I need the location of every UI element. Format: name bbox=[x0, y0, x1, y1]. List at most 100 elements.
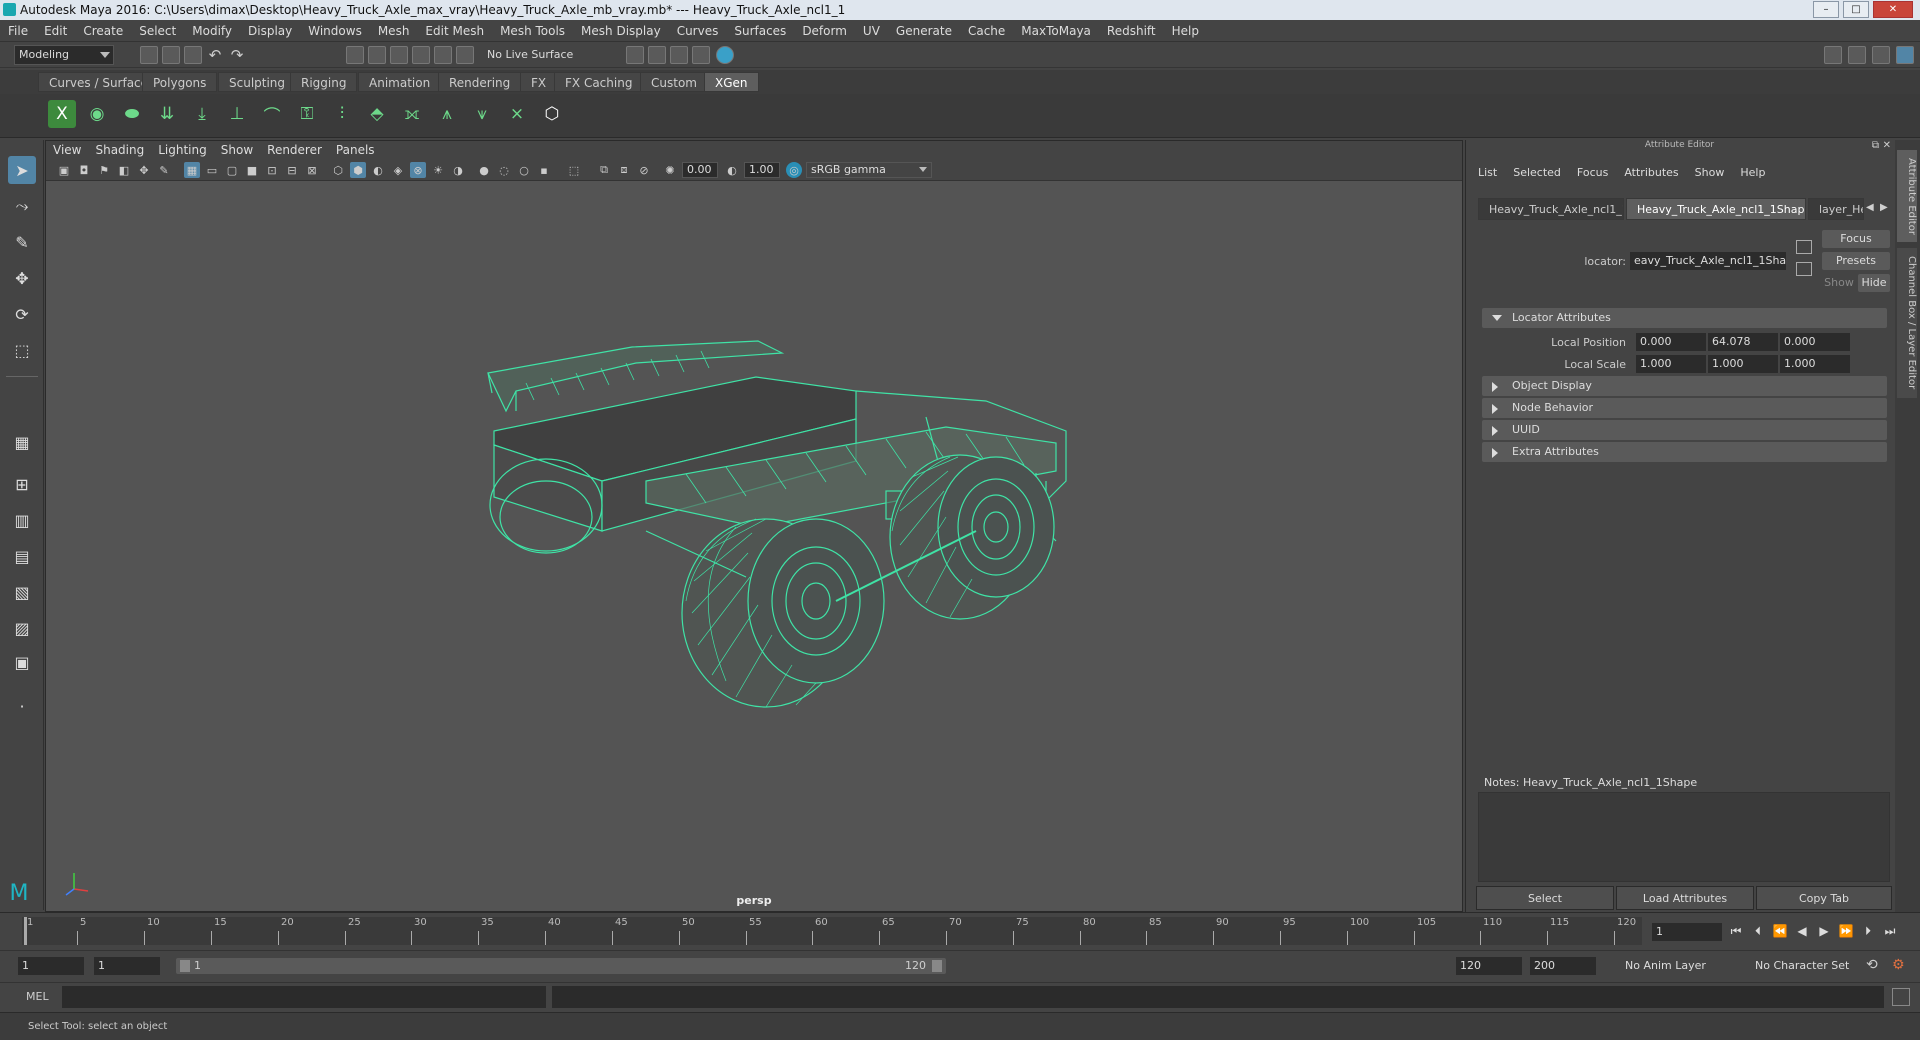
attribute-editor-toggle-icon[interactable] bbox=[1848, 46, 1866, 64]
viewport-menu-lighting[interactable]: Lighting bbox=[151, 141, 214, 159]
menu-surfaces[interactable]: Surfaces bbox=[726, 20, 794, 42]
xray-joints-icon[interactable]: ⧉ bbox=[596, 162, 612, 178]
image-plane-icon[interactable]: ◧ bbox=[116, 162, 132, 178]
tab-transform-node[interactable]: Heavy_Truck_Axle_ncl1_1 bbox=[1478, 198, 1624, 220]
color-space-dropdown[interactable]: sRGB gamma bbox=[806, 162, 932, 178]
range-start-handle[interactable] bbox=[180, 960, 190, 972]
maximize-button[interactable]: □ bbox=[1843, 1, 1869, 18]
attr-menu-focus[interactable]: Focus bbox=[1569, 164, 1616, 182]
lock-guides-icon[interactable]: ⚿ bbox=[293, 100, 321, 128]
current-frame-field[interactable]: 1 bbox=[1652, 923, 1722, 941]
local-scale-y[interactable]: 1.000 bbox=[1708, 355, 1778, 373]
menu-uv[interactable]: UV bbox=[855, 20, 888, 42]
smooth-shade-icon[interactable]: ⬢ bbox=[350, 162, 366, 178]
select-by-component-icon[interactable] bbox=[390, 46, 408, 64]
object-display-section[interactable]: Object Display bbox=[1482, 376, 1887, 396]
render-view-icon[interactable] bbox=[716, 46, 734, 64]
motion-blur-icon[interactable]: ◌ bbox=[496, 162, 512, 178]
save-scene-icon[interactable] bbox=[184, 46, 202, 64]
viewport-panel[interactable]: View Shading Lighting Show Renderer Panels ▣ … bbox=[10, 140, 1463, 912]
hypershade-icon[interactable] bbox=[692, 46, 710, 64]
shelf-tab-rigging[interactable]: Rigging bbox=[290, 72, 358, 92]
menu-edit[interactable]: Edit bbox=[36, 20, 75, 42]
load-attributes-button[interactable]: Load Attributes bbox=[1616, 886, 1754, 910]
render-frame-icon[interactable] bbox=[626, 46, 644, 64]
menu-set-dropdown[interactable]: Modeling bbox=[14, 45, 114, 65]
screen-space-ao-icon[interactable]: ● bbox=[476, 162, 492, 178]
menu-generate[interactable]: Generate bbox=[888, 20, 960, 42]
menu-cache[interactable]: Cache bbox=[960, 20, 1013, 42]
select-by-object-icon[interactable] bbox=[368, 46, 386, 64]
grid-toggle-icon[interactable]: ▦ bbox=[184, 162, 200, 178]
place-guides-icon[interactable]: ⤓ bbox=[188, 100, 216, 128]
truck-axle-wireframe-model[interactable] bbox=[46, 181, 1462, 909]
viewport-menu-shading[interactable]: Shading bbox=[88, 141, 151, 159]
snap-to-point-icon[interactable] bbox=[456, 46, 474, 64]
tab-scroll-left-icon[interactable]: ◀ bbox=[1866, 202, 1874, 213]
locator-attributes-section[interactable]: Locator Attributes bbox=[1482, 308, 1887, 328]
backface-culling-icon[interactable]: ⊘ bbox=[636, 162, 652, 178]
go-to-start-icon[interactable]: ⏮ bbox=[1728, 923, 1744, 939]
rotate-tool-icon[interactable]: ⟳ bbox=[8, 300, 36, 328]
auto-key-icon[interactable]: ⟲ bbox=[1866, 957, 1878, 973]
attr-menu-show[interactable]: Show bbox=[1687, 164, 1733, 182]
bookmark-icon[interactable]: ⚑ bbox=[96, 162, 112, 178]
show-button[interactable]: Show bbox=[1822, 274, 1856, 292]
scale-tool-icon[interactable]: ⬚ bbox=[8, 336, 36, 364]
ipr-render-icon[interactable] bbox=[648, 46, 666, 64]
character-set-dropdown[interactable]: No Character Set bbox=[1750, 956, 1870, 976]
select-button[interactable]: Select bbox=[1476, 886, 1614, 910]
menu-windows[interactable]: Windows bbox=[300, 20, 370, 42]
extra-attributes-section[interactable]: Extra Attributes bbox=[1482, 442, 1887, 462]
gate-mask-icon[interactable]: ■ bbox=[244, 162, 260, 178]
length-guides-icon[interactable]: ⌒ bbox=[258, 100, 286, 128]
film-gate-icon[interactable]: ▭ bbox=[204, 162, 220, 178]
local-scale-z[interactable]: 1.000 bbox=[1780, 355, 1850, 373]
xgen-editor-icon[interactable]: X bbox=[48, 100, 76, 128]
create-collection-icon[interactable]: ⬬ bbox=[118, 100, 146, 128]
new-scene-icon[interactable] bbox=[140, 46, 158, 64]
play-forwards-icon[interactable]: ▶ bbox=[1816, 923, 1832, 939]
attr-menu-attributes[interactable]: Attributes bbox=[1616, 164, 1686, 182]
select-camera-icon[interactable]: ▣ bbox=[56, 162, 72, 178]
local-scale-x[interactable]: 1.000 bbox=[1636, 355, 1706, 373]
range-end-handle[interactable] bbox=[932, 960, 942, 972]
viewport-menu-show[interactable]: Show bbox=[214, 141, 260, 159]
shelf-tab-animation[interactable]: Animation bbox=[358, 72, 442, 92]
float-panel-icon[interactable]: ⧉ bbox=[1872, 140, 1879, 151]
attr-menu-help[interactable]: Help bbox=[1732, 164, 1773, 182]
shadows-icon[interactable]: ◑ bbox=[450, 162, 466, 178]
step-forward-key-icon[interactable]: ⏵ bbox=[1860, 923, 1876, 939]
grease-pencil-icon[interactable]: ✎ bbox=[156, 162, 172, 178]
locator-name-field[interactable]: eavy_Truck_Axle_ncl1_1Shape bbox=[1630, 252, 1786, 270]
command-language-label[interactable]: MEL bbox=[26, 990, 49, 1003]
modeling-toolkit-icon[interactable] bbox=[1824, 46, 1842, 64]
wireframe-icon[interactable]: ⬡ bbox=[330, 162, 346, 178]
go-to-output-icon[interactable] bbox=[1796, 262, 1812, 276]
2d-pan-zoom-icon[interactable]: ✥ bbox=[136, 162, 152, 178]
shelf-tab-xgen[interactable]: XGen bbox=[704, 72, 759, 92]
create-description-icon[interactable]: ◉ bbox=[83, 100, 111, 128]
color-management-icon[interactable]: ◎ bbox=[786, 162, 802, 178]
graph-editor-layout-icon[interactable]: ▤ bbox=[8, 542, 36, 570]
layout-extra-icon[interactable]: ▣ bbox=[8, 648, 36, 676]
menu-mesh-display[interactable]: Mesh Display bbox=[573, 20, 669, 42]
end-time-field[interactable]: 120 bbox=[1456, 957, 1522, 975]
viewport-menu-panels[interactable]: Panels bbox=[329, 141, 382, 159]
field-chart-icon[interactable]: ⊡ bbox=[264, 162, 280, 178]
shelf-tab-sculpting[interactable]: Sculpting bbox=[218, 72, 297, 92]
live-surface-field[interactable]: No Live Surface bbox=[482, 45, 587, 65]
bend-guides-icon[interactable]: ⬘ bbox=[363, 100, 391, 128]
animation-preferences-icon[interactable]: ⚙ bbox=[1892, 957, 1905, 973]
tab-layer-node[interactable]: layer_He... bbox=[1808, 198, 1864, 220]
tab-shape-node[interactable]: Heavy_Truck_Axle_ncl1_1Shape bbox=[1626, 198, 1806, 220]
multisample-aa-icon[interactable]: ○ bbox=[516, 162, 532, 178]
attr-menu-list[interactable]: List bbox=[1470, 164, 1505, 182]
use-all-lights-icon[interactable]: ☀ bbox=[430, 162, 446, 178]
menu-file[interactable]: File bbox=[0, 20, 36, 42]
shelf-tab-polygons[interactable]: Polygons bbox=[142, 72, 218, 92]
four-view-layout-icon[interactable]: ⊞ bbox=[8, 470, 36, 498]
anim-start-field[interactable]: 1 bbox=[94, 957, 160, 975]
xray-icon[interactable]: ⊗ bbox=[410, 162, 426, 178]
menu-edit-mesh[interactable]: Edit Mesh bbox=[417, 20, 492, 42]
